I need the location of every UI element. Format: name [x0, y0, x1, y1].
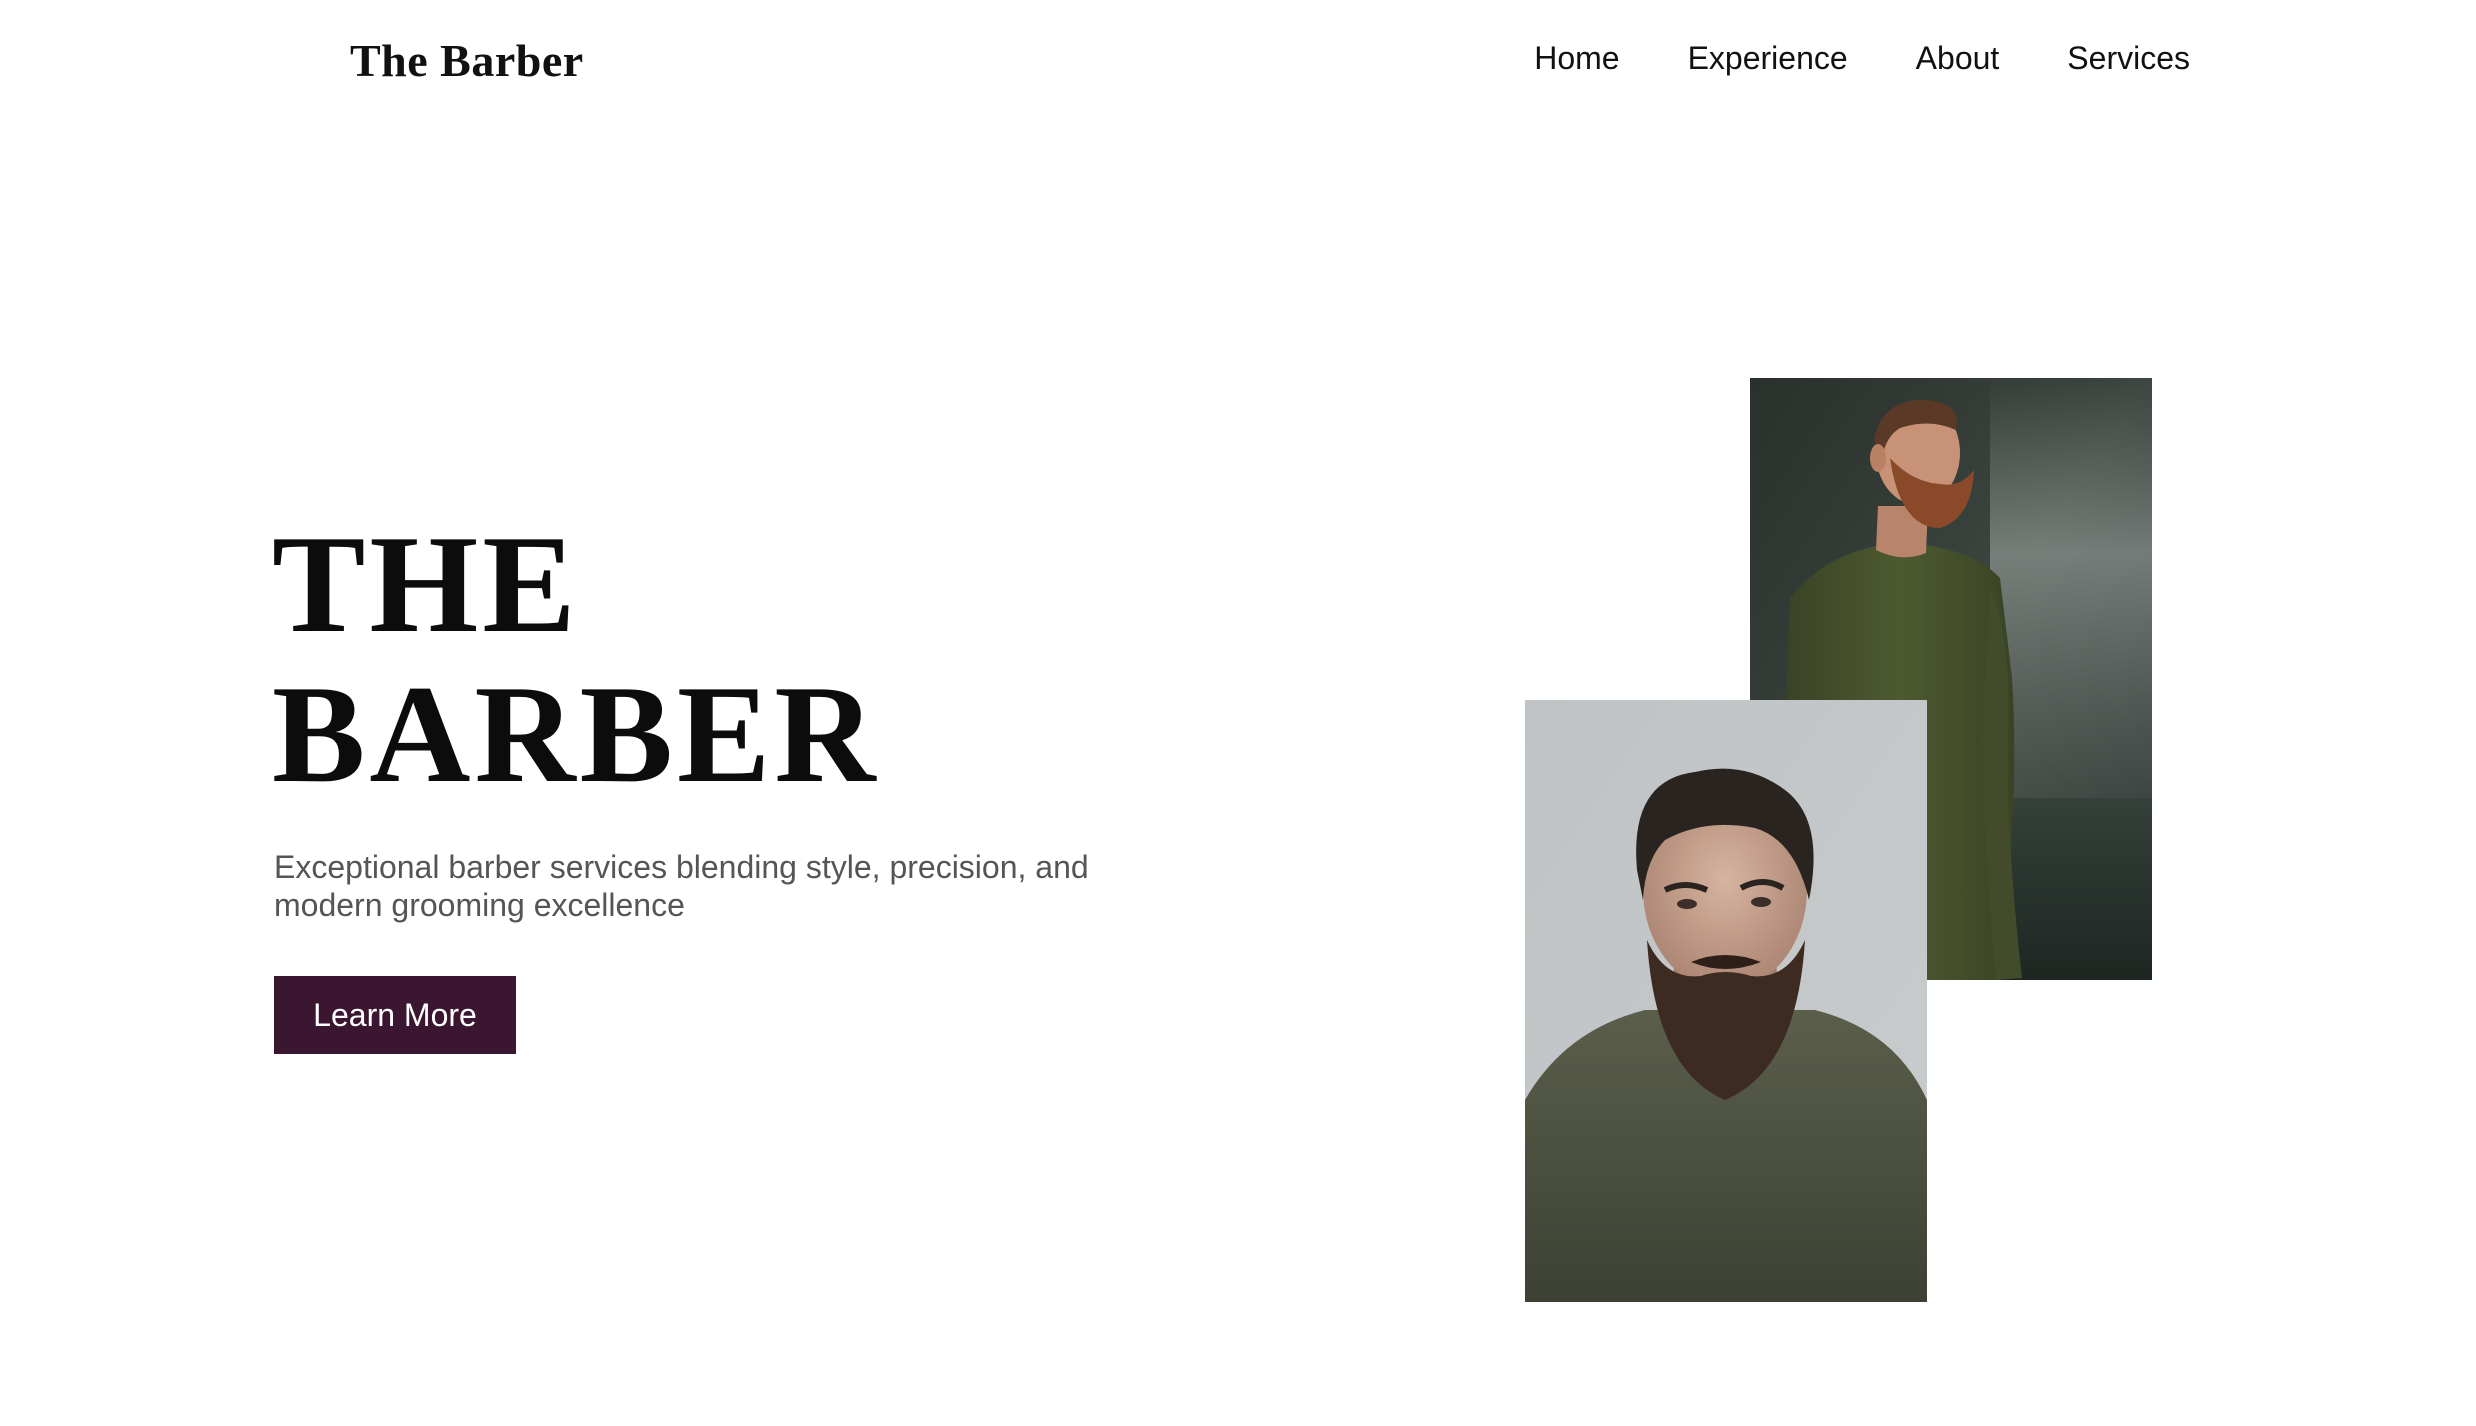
main-nav: Home Experience About Services [1534, 40, 2190, 77]
nav-link-home[interactable]: Home [1534, 40, 1619, 77]
learn-more-button[interactable]: Learn More [274, 976, 516, 1054]
hero-subtitle: Exceptional barber services blending sty… [274, 849, 1089, 923]
hero-title-line-2: BARBER [272, 657, 880, 812]
site-logo[interactable]: The Barber [350, 34, 584, 87]
hero-title-line-1: THE [272, 507, 580, 662]
nav-link-about[interactable]: About [1916, 40, 2000, 77]
hero-title: THE BARBER [272, 510, 879, 810]
page: The Barber Home Experience About Service… [0, 0, 2476, 1426]
nav-link-experience[interactable]: Experience [1688, 40, 1848, 77]
nav-link-services[interactable]: Services [2067, 40, 2190, 77]
bearded-man-portrait-photo [1525, 700, 1927, 1302]
